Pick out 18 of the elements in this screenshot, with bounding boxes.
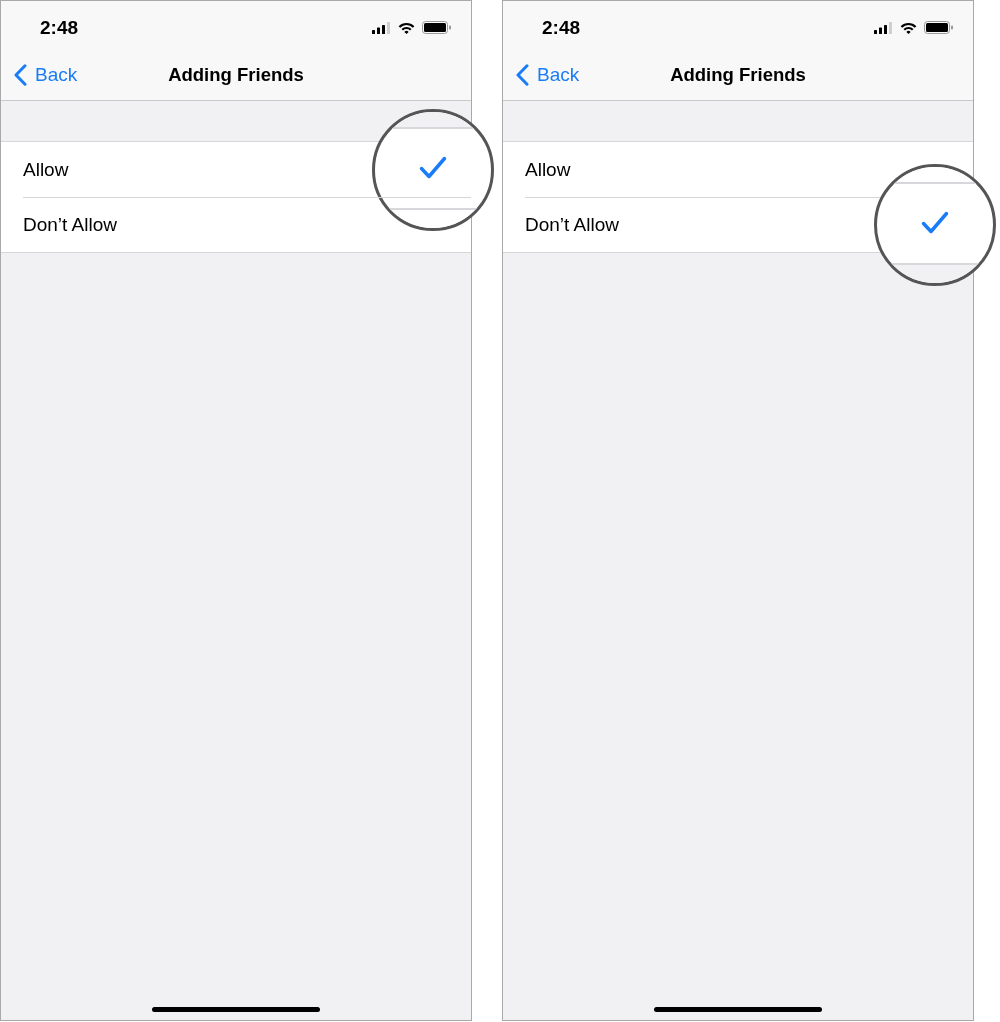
status-time: 2:48 [40,16,79,39]
back-button[interactable]: Back [503,63,584,87]
status-time: 2:48 [542,16,581,39]
signal-icon [874,21,893,34]
battery-icon [422,21,452,34]
battery-icon [924,21,954,34]
option-row[interactable]: Don’t Allow [1,197,129,252]
chevron-left-icon [516,64,529,86]
back-button[interactable]: Back [1,63,82,87]
option-row[interactable]: Allow [503,142,583,197]
nav-title: Adding Friends [670,64,806,86]
nav-title: Adding Friends [168,64,304,86]
wifi-icon [900,21,917,34]
wifi-icon [398,21,415,34]
chevron-left-icon [14,64,27,86]
option-row[interactable]: Allow [1,142,81,197]
option-row[interactable]: Don’t Allow [503,197,631,252]
signal-icon [372,21,391,34]
